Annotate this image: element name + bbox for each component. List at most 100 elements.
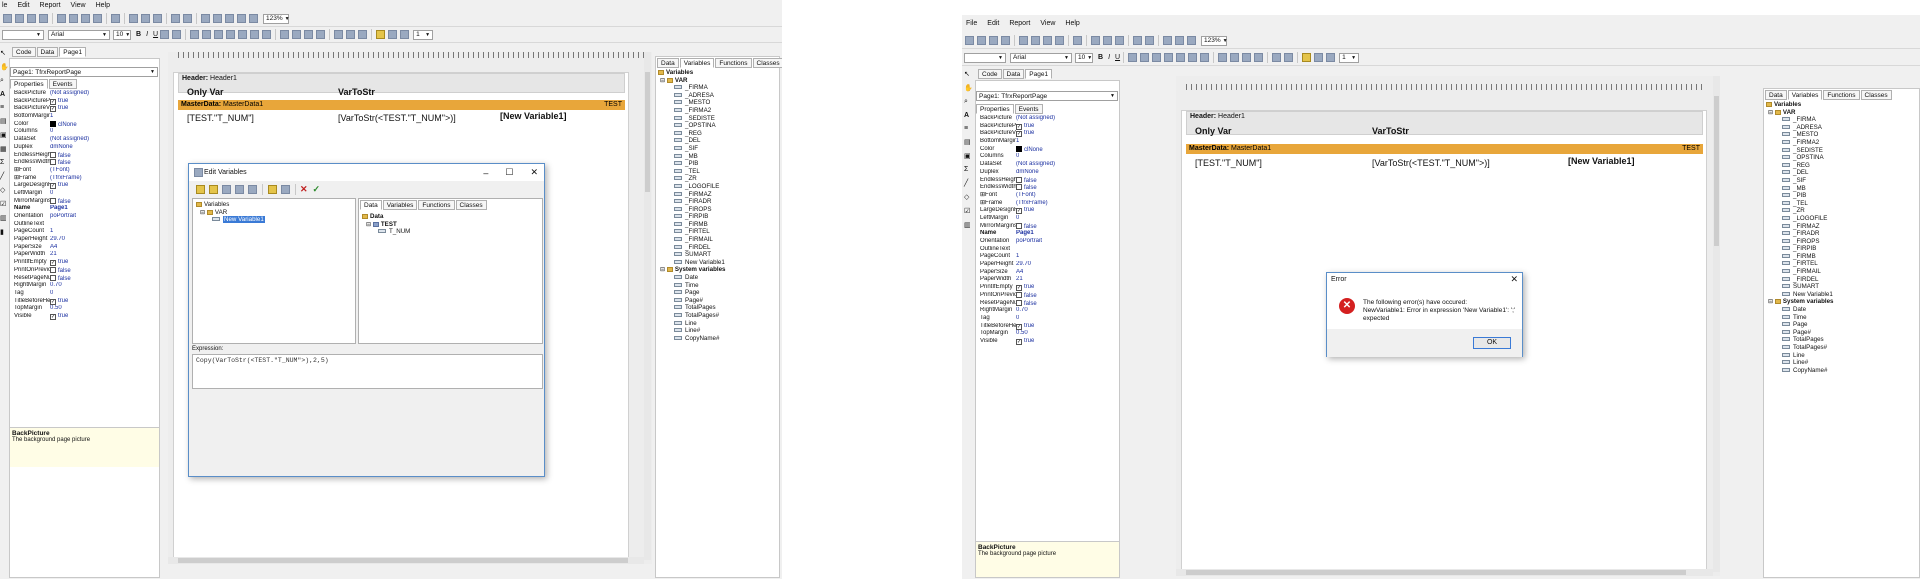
vartostr-memo[interactable]: VarToStr xyxy=(338,87,375,97)
tree-system-item[interactable]: Line# xyxy=(658,327,779,335)
variables-icon[interactable] xyxy=(1073,36,1082,45)
align-justify-icon[interactable] xyxy=(1164,53,1174,62)
fill-color-icon[interactable] xyxy=(376,30,386,39)
variables-icon[interactable] xyxy=(111,14,120,23)
new-variable-icon[interactable] xyxy=(209,184,218,194)
tree-variable-item[interactable]: _FIRPIB xyxy=(1766,245,1919,253)
new-page-icon[interactable] xyxy=(57,14,66,23)
object-combo[interactable]: Page1: TfrxReportPage ▼ xyxy=(10,67,158,77)
checkbox-icon[interactable]: ✓ xyxy=(50,313,56,320)
align-justify-icon[interactable] xyxy=(226,30,236,39)
delete-icon[interactable] xyxy=(235,184,244,194)
menu-item-help[interactable]: Help xyxy=(96,2,110,9)
tab-data[interactable]: Data xyxy=(36,47,59,57)
frame-all-icon[interactable] xyxy=(334,30,344,39)
checkbox-icon[interactable]: ✓ xyxy=(50,98,56,105)
tree-variable-item[interactable]: New Variable1 xyxy=(1766,291,1919,299)
property-row[interactable]: BackPicture (Not assigned) xyxy=(976,115,1119,123)
new-icon[interactable] xyxy=(3,14,12,23)
checkbox-icon[interactable]: ✓ xyxy=(1016,123,1022,130)
property-row[interactable]: PrintOnPrevio false xyxy=(976,291,1119,300)
new-icon[interactable] xyxy=(965,36,974,45)
property-row[interactable]: BackPictureP ✓ true xyxy=(10,98,159,106)
align-grid-icon[interactable] xyxy=(1175,36,1184,45)
property-row[interactable]: PaperSize A4 xyxy=(10,244,159,252)
tree-variable-item[interactable]: _FIRMAZ xyxy=(1766,223,1919,231)
tree-system-item[interactable]: Line xyxy=(1766,352,1919,360)
panel-tab-variables[interactable]: Variables xyxy=(1787,90,1823,100)
italic-button[interactable]: I xyxy=(146,31,148,38)
align-middle-icon[interactable] xyxy=(1188,53,1198,62)
property-row[interactable]: Color clNone xyxy=(10,120,159,129)
property-row[interactable]: BottomMargin 1 xyxy=(10,113,159,121)
tree-variables-root[interactable]: Variables xyxy=(1766,101,1919,109)
property-row[interactable]: MirrorMargins false xyxy=(976,222,1119,231)
align-center-icon[interactable] xyxy=(1140,53,1150,62)
edit-icon[interactable] xyxy=(222,184,231,194)
property-row[interactable]: OutlineText xyxy=(976,246,1119,254)
barcode-tool-icon[interactable]: ▮ xyxy=(0,228,9,236)
underline-button[interactable]: U xyxy=(1115,54,1120,61)
line-tool-icon[interactable]: ╱ xyxy=(964,179,973,187)
property-row[interactable]: EndlessWidth false xyxy=(976,184,1119,192)
tree-var-group[interactable]: ⊟ VAR xyxy=(196,209,352,217)
checkbox-icon[interactable] xyxy=(50,274,56,281)
undo-icon[interactable] xyxy=(171,14,180,23)
property-row[interactable]: ⊞Font (TFont) xyxy=(10,167,159,175)
panel-tab-classes[interactable]: Classes xyxy=(752,58,782,68)
dialog-tab-functions[interactable]: Functions xyxy=(418,200,455,210)
tree-system-group[interactable]: ⊟ System variables xyxy=(658,266,779,274)
page-settings-icon[interactable] xyxy=(1055,36,1064,45)
tree-variable-item[interactable]: _FIRMA xyxy=(1766,116,1919,124)
tree-variable-item[interactable]: _MB xyxy=(658,153,779,161)
line-width-combo[interactable]: 1 ▼ xyxy=(413,29,434,40)
italic-button[interactable]: I xyxy=(1108,54,1110,61)
tree-variable-item[interactable]: _FIRMAIL xyxy=(658,236,779,244)
property-row[interactable]: TopMargin 0.50 xyxy=(10,305,159,313)
tree-system-item[interactable]: CopyName# xyxy=(658,335,779,343)
checkbox-icon[interactable] xyxy=(1016,222,1022,229)
close-icon[interactable]: ✕ xyxy=(530,167,538,178)
grid-icon[interactable] xyxy=(225,14,234,23)
frame-right-icon[interactable] xyxy=(1254,53,1264,62)
cut-icon[interactable] xyxy=(1091,36,1100,45)
property-row[interactable]: PaperSize A4 xyxy=(976,269,1119,277)
zoom-combo[interactable]: 123% ▼ xyxy=(1201,35,1228,46)
panel-tab-classes[interactable]: Classes xyxy=(1860,90,1892,100)
property-row[interactable]: Color clNone xyxy=(976,145,1119,154)
picture-tool-icon[interactable]: ▣ xyxy=(0,131,9,139)
shape-tool-icon[interactable]: ◇ xyxy=(964,193,973,201)
tree-variable-item[interactable]: _SEDISTE xyxy=(1766,147,1919,155)
masterdata-band[interactable]: MasterData: MasterData1 TEST xyxy=(178,100,625,110)
panel-tab-data[interactable]: Data xyxy=(1765,90,1787,100)
sum-tool-icon[interactable]: Σ xyxy=(0,159,9,166)
property-row[interactable]: PaperHeight 29.70 xyxy=(976,261,1119,269)
paste-icon[interactable] xyxy=(153,14,162,23)
tree-variable-item[interactable]: _LOGOFILE xyxy=(658,183,779,191)
tree-variable-item[interactable]: _PIB xyxy=(1766,192,1919,200)
tab-page1[interactable]: Page1 xyxy=(59,47,87,57)
tree-variable-item[interactable]: _REG xyxy=(1766,162,1919,170)
inspector-tab-events[interactable]: Events xyxy=(48,79,77,89)
menu-item-report[interactable]: Report xyxy=(1009,20,1030,27)
tree-system-item[interactable]: Page# xyxy=(1766,329,1919,337)
redo-icon[interactable] xyxy=(183,14,192,23)
frame-top-icon[interactable] xyxy=(1218,53,1228,62)
tree-variable-item[interactable]: _FIRMAIL xyxy=(1766,268,1919,276)
property-row[interactable]: Columns 0 xyxy=(10,128,159,136)
vertical-scrollbar[interactable] xyxy=(644,52,651,560)
tree-system-item[interactable]: Date xyxy=(1766,306,1919,314)
property-row[interactable]: Visible ✓ true xyxy=(10,313,159,321)
page-settings-icon[interactable] xyxy=(93,14,102,23)
open-icon[interactable] xyxy=(977,36,986,45)
sum-tool-icon[interactable]: Σ xyxy=(964,166,973,173)
align-top-icon[interactable] xyxy=(238,30,248,39)
band-tool-icon[interactable]: ≡ xyxy=(964,125,973,132)
tree-variables-root[interactable]: Variables xyxy=(658,69,779,77)
property-row[interactable]: BackPictureV ✓ true xyxy=(10,105,159,113)
cut-icon[interactable] xyxy=(129,14,138,23)
frame-none-icon[interactable] xyxy=(346,30,356,39)
inspector-tab-events[interactable]: Events xyxy=(1014,104,1043,114)
menu-item-help[interactable]: Help xyxy=(1065,20,1079,27)
property-row[interactable]: Name Page1 xyxy=(976,230,1119,238)
